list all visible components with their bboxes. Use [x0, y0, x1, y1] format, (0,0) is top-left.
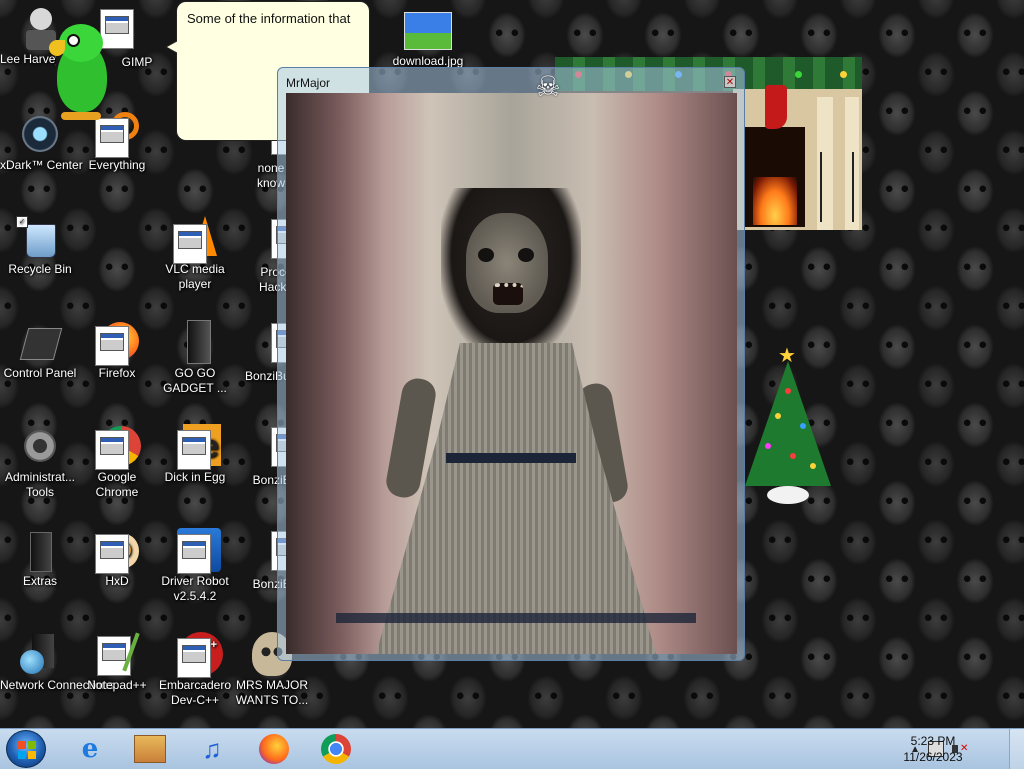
egg-app-icon: e: [173, 424, 221, 470]
parrot-beak: [49, 40, 65, 56]
desktop-icon-label: GO GO GADGET ...: [163, 366, 227, 395]
desktop-icon-extras[interactable]: Extras: [0, 528, 80, 589]
internet-explorer-icon: e: [81, 734, 99, 764]
window-image: [286, 93, 737, 654]
desktop-icon-label: Everything: [88, 158, 146, 172]
taskbar-windows-explorer[interactable]: [128, 732, 172, 766]
desktop-icon-control-panel[interactable]: Control Panel: [0, 320, 80, 381]
desktop-icon-label: Control Panel: [3, 366, 77, 380]
desktop-icon-hxd[interactable]: D HxD: [77, 528, 157, 589]
stocking: [765, 85, 787, 129]
star-icon: ★: [778, 345, 796, 367]
desktop-icon-label: Administrat... Tools: [4, 470, 76, 499]
mrmajor-window[interactable]: MrMajor ✕: [277, 67, 745, 661]
desktop-icon-label: Recycle Bin: [8, 262, 72, 276]
taskbar-firefox[interactable]: [252, 732, 296, 766]
control-panel-icon: [18, 320, 63, 364]
dev-cpp-icon: DEV +: [173, 632, 223, 678]
folder-icon: [18, 528, 62, 572]
music-note-icon: ♫: [202, 733, 222, 764]
desktop-icon-label: VLC media player: [165, 262, 225, 291]
desktop-icon-label: Firefox: [98, 366, 136, 380]
show-desktop-button[interactable]: [1009, 729, 1024, 769]
vlc-icon: [173, 216, 217, 264]
skull-crossbones-icon: ☠: [535, 71, 561, 102]
desktop-icon-label: Network Connections: [0, 678, 115, 692]
folder-icon: [134, 735, 166, 763]
folder-icon: [173, 320, 217, 364]
christmas-tree[interactable]: ★: [745, 343, 831, 508]
image-file-icon: [404, 8, 452, 52]
close-button[interactable]: ✕: [724, 76, 736, 88]
notepad-icon: [95, 632, 140, 676]
desktop-icon-go-go-gadget[interactable]: GO GO GADGET ...: [155, 320, 235, 396]
desktop-icon-label: Notepad++: [87, 678, 147, 692]
taskbar-chrome[interactable]: [314, 732, 358, 766]
gear-icon: [18, 424, 62, 468]
windows-logo-icon: [18, 741, 36, 759]
window-title: MrMajor: [286, 76, 330, 90]
desktop-icon-label: Google Chrome: [95, 470, 139, 499]
desktop-icon-administrative-tools[interactable]: Administrat... Tools: [0, 424, 80, 500]
desktop-icon-label: xDark™ Center: [0, 158, 83, 172]
driver-robot-icon: [173, 528, 221, 574]
desktop-icon-driver-robot[interactable]: Driver Robot v2.5.4.2: [155, 528, 235, 604]
desktop-icon-label: Embarcadero Dev-C++: [158, 678, 232, 707]
hxd-icon: D: [95, 528, 139, 574]
desktop-icon-download-jpg[interactable]: download.jpg: [388, 8, 468, 69]
taskbar-internet-explorer[interactable]: e: [68, 732, 112, 766]
desktop: Lee Harvey Oswald xDark™ Center ✓ Recycl…: [0, 0, 1024, 728]
chrome-icon: [95, 424, 141, 470]
desktop-icon-label: Driver Robot v2.5.4.2: [161, 574, 229, 603]
desktop-icon-vlc-media-player[interactable]: VLC media player: [155, 216, 235, 292]
firefox-icon: [95, 320, 139, 366]
desktop-icon-dick-in-egg[interactable]: e Dick in Egg: [155, 424, 235, 485]
clock-date: 11/26/2023: [903, 750, 963, 764]
recycle-bin-icon: ✓: [16, 216, 62, 260]
desktop-icon-embarcadero-dev-cpp[interactable]: DEV + Embarcadero Dev-C++: [155, 632, 235, 708]
clock-time: 5:23 PM: [910, 734, 956, 748]
balloon-text: Some of the information that: [187, 11, 351, 26]
parrot-eye: [67, 34, 80, 47]
desktop-icon-firefox[interactable]: Firefox: [77, 320, 157, 381]
desktop-icon-label: HxD: [105, 574, 129, 588]
network-icon: [18, 632, 62, 676]
firefox-icon: [259, 734, 289, 764]
desktop-icon-label: Dick in Egg: [164, 470, 226, 484]
bonzi-parrot-agent[interactable]: [45, 22, 117, 126]
desktop-icon-label: Extras: [22, 574, 57, 588]
desktop-icon-network-connections[interactable]: Network Connections: [0, 632, 115, 693]
desktop-icon-recycle-bin[interactable]: ✓ Recycle Bin: [0, 216, 80, 277]
chrome-icon: [321, 734, 351, 764]
desktop-icon-notepad-plus-plus[interactable]: Notepad++: [77, 632, 157, 693]
taskbar-media[interactable]: ♫: [190, 732, 234, 766]
desktop-icon-google-chrome[interactable]: Google Chrome: [77, 424, 157, 500]
clock[interactable]: 5:23 PM 11/26/2023: [888, 733, 978, 765]
start-button[interactable]: [6, 730, 46, 768]
desktop-icon-label: MRS MAJOR WANTS TO...: [235, 678, 309, 707]
taskbar: e ♫ ▲ ✕ 5:23 PM 11/26/2023: [0, 728, 1024, 769]
